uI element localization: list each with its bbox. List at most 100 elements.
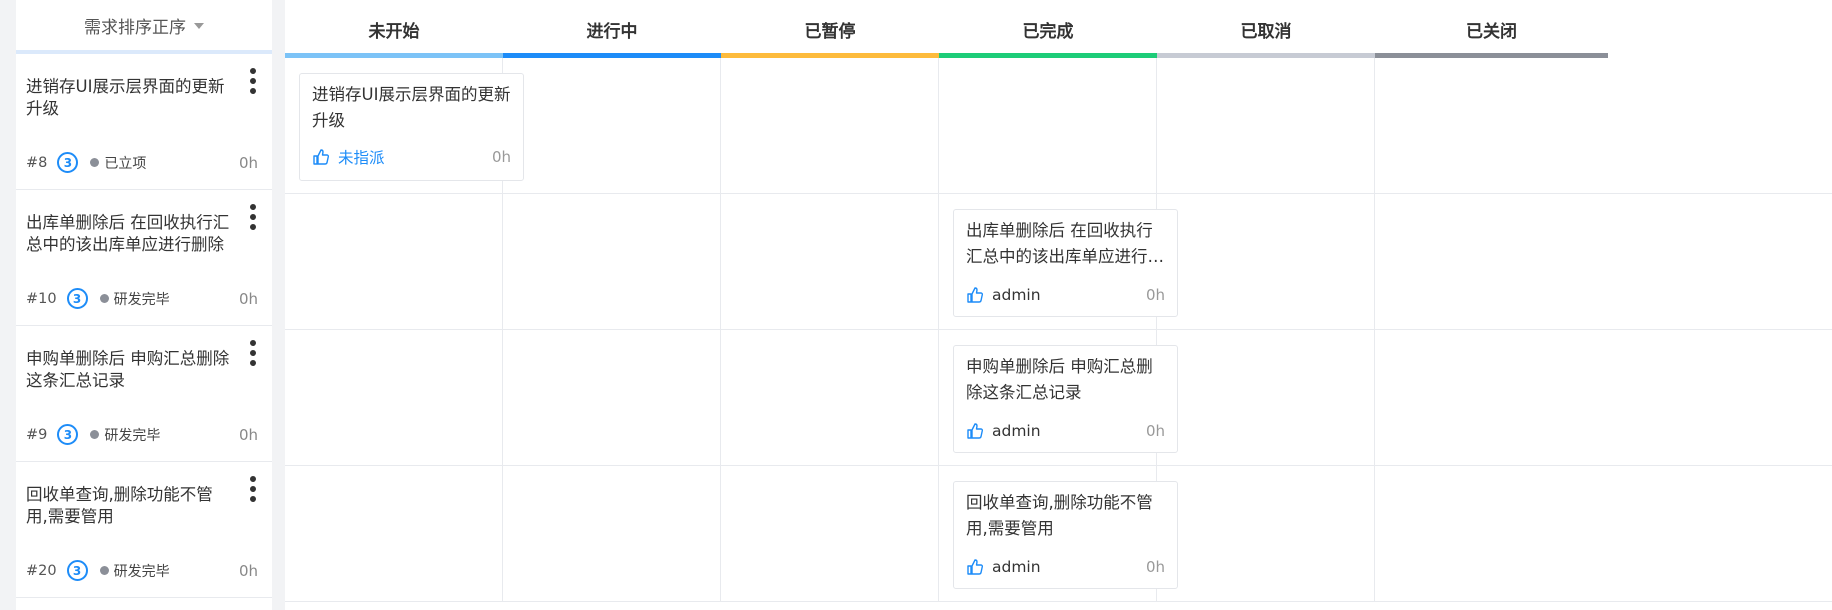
more-vertical-icon[interactable]: [250, 476, 256, 502]
board-cell[interactable]: [721, 58, 939, 193]
card-footer: 未指派 0h: [312, 146, 511, 168]
requirement-id: #9: [26, 426, 48, 443]
caret-down-icon: [194, 23, 204, 29]
board-cell[interactable]: 出库单删除后 在回收执行汇总中的该出库单应进行删除 admin 0h: [939, 194, 1178, 329]
column-header: 已关闭: [1375, 0, 1608, 58]
card-title: 进销存UI展示层界面的更新升级: [312, 85, 511, 130]
board-cell[interactable]: [721, 466, 939, 601]
swimlane: 申购单删除后 申购汇总删除这条汇总记录 admin 0h: [285, 330, 1832, 466]
card-assignee[interactable]: admin: [992, 558, 1041, 576]
requirement-status: 研发完毕: [113, 563, 170, 580]
board-cell[interactable]: [1375, 58, 1608, 193]
requirement-hours: 0h: [238, 153, 258, 172]
thumbs-up-icon: [967, 559, 984, 575]
column-header: 未开始: [285, 0, 503, 58]
swimlanes: 进销存UI展示层界面的更新升级 未指派 0h 出库单删除后 在回收执行汇总中的该…: [285, 58, 1832, 602]
board-cell[interactable]: [285, 194, 503, 329]
sort-label: 需求排序正序: [84, 17, 186, 38]
kanban-board: 未开始 进行中 已暂停 已完成 已取消 已关闭 进销存UI展示层界面的更新升级 …: [285, 0, 1832, 610]
column-label: 已取消: [1240, 21, 1292, 42]
board-cell[interactable]: [1157, 58, 1375, 193]
board-cell[interactable]: [721, 330, 939, 465]
column-label: 已完成: [1022, 21, 1074, 42]
requirement-status: 研发完毕: [104, 427, 161, 444]
task-card[interactable]: 出库单删除后 在回收执行汇总中的该出库单应进行删除 admin 0h: [953, 209, 1178, 317]
sort-dropdown[interactable]: 需求排序正序: [16, 0, 272, 54]
requirement-meta: #10 3 研发完毕 0h: [26, 288, 258, 309]
board-cell[interactable]: [939, 58, 1157, 193]
board-cell[interactable]: [721, 194, 939, 329]
card-assignee[interactable]: 未指派: [338, 146, 385, 168]
task-card[interactable]: 进销存UI展示层界面的更新升级 未指派 0h: [299, 73, 524, 181]
thumbs-up-icon: [313, 149, 330, 165]
requirement-id: #8: [26, 154, 48, 171]
requirement-list: 进销存UI展示层界面的更新升级 #8 3 已立项 0h 出库单删除后 在回收执行…: [16, 54, 272, 598]
board-cell[interactable]: [503, 330, 721, 465]
card-assignee[interactable]: admin: [992, 286, 1041, 304]
requirement-hours: 0h: [238, 425, 258, 444]
column-header: 进行中: [503, 0, 721, 58]
board-cell[interactable]: [1157, 330, 1375, 465]
status-dot: [99, 294, 109, 303]
board-cell[interactable]: [503, 58, 721, 193]
board-cell[interactable]: [1157, 466, 1375, 601]
card-footer: admin 0h: [966, 422, 1165, 440]
requirement-meta: #20 3 研发完毕 0h: [26, 560, 258, 581]
swimlane: 回收单查询,删除功能不管用,需要管用 admin 0h: [285, 466, 1832, 602]
requirement-hours: 0h: [238, 289, 258, 308]
requirement-hours: 0h: [238, 561, 258, 580]
more-vertical-icon[interactable]: [250, 204, 256, 230]
requirement-title: 申购单删除后 申购汇总删除这条汇总记录: [26, 349, 230, 390]
board-cell[interactable]: 回收单查询,删除功能不管用,需要管用 admin 0h: [939, 466, 1178, 601]
column-header: 已取消: [1157, 0, 1375, 58]
requirement-row[interactable]: 出库单删除后 在回收执行汇总中的该出库单应进行删除 #10 3 研发完毕 0h: [16, 190, 272, 326]
board-cell[interactable]: [285, 466, 503, 601]
column-label: 进行中: [586, 21, 638, 42]
card-title: 申购单删除后 申购汇总删除这条汇总记录: [966, 357, 1153, 402]
requirement-panel: 需求排序正序 进销存UI展示层界面的更新升级 #8 3 已立项 0h 出库单删除…: [16, 0, 272, 610]
status-dot: [90, 158, 100, 167]
requirement-row[interactable]: 申购单删除后 申购汇总删除这条汇总记录 #9 3 研发完毕 0h: [16, 326, 272, 462]
requirement-title: 回收单查询,删除功能不管用,需要管用: [26, 485, 213, 526]
board-cell[interactable]: [1375, 466, 1608, 601]
priority-badge: 3: [57, 152, 79, 173]
priority-badge: 3: [57, 424, 79, 445]
requirement-status: 研发完毕: [113, 291, 170, 308]
column-label: 未开始: [368, 21, 420, 42]
board-cell[interactable]: 申购单删除后 申购汇总删除这条汇总记录 admin 0h: [939, 330, 1178, 465]
column-label: 已暂停: [804, 21, 856, 42]
requirement-id: #10: [26, 290, 57, 307]
requirement-meta: #8 3 已立项 0h: [26, 152, 258, 173]
requirement-title: 进销存UI展示层界面的更新升级: [26, 77, 225, 118]
status-dot: [90, 430, 100, 439]
column-header: 已暂停: [721, 0, 939, 58]
card-assignee[interactable]: admin: [992, 422, 1041, 440]
requirement-status: 已立项: [104, 155, 147, 172]
more-vertical-icon[interactable]: [250, 68, 256, 94]
board-cell[interactable]: [503, 466, 721, 601]
thumbs-up-icon: [967, 287, 984, 303]
priority-badge: 3: [66, 288, 88, 309]
card-footer: admin 0h: [966, 286, 1165, 304]
board-cell[interactable]: [503, 194, 721, 329]
task-card[interactable]: 申购单删除后 申购汇总删除这条汇总记录 admin 0h: [953, 345, 1178, 453]
board-cell[interactable]: [1157, 194, 1375, 329]
requirement-title: 出库单删除后 在回收执行汇总中的该出库单应进行删除: [26, 213, 230, 254]
board-cell[interactable]: [285, 330, 503, 465]
requirement-id: #20: [26, 562, 57, 579]
board-cell[interactable]: [1375, 194, 1608, 329]
status-dot: [99, 566, 109, 575]
thumbs-up-icon: [967, 423, 984, 439]
column-label: 已关闭: [1466, 21, 1517, 42]
swimlane: 出库单删除后 在回收执行汇总中的该出库单应进行删除 admin 0h: [285, 194, 1832, 330]
card-title: 回收单查询,删除功能不管用,需要管用: [966, 493, 1153, 538]
board-cell[interactable]: 进销存UI展示层界面的更新升级 未指派 0h: [285, 58, 524, 193]
more-vertical-icon[interactable]: [250, 340, 256, 366]
priority-badge: 3: [66, 560, 88, 581]
requirement-row[interactable]: 进销存UI展示层界面的更新升级 #8 3 已立项 0h: [16, 54, 272, 190]
board-cell[interactable]: [1375, 330, 1608, 465]
task-card[interactable]: 回收单查询,删除功能不管用,需要管用 admin 0h: [953, 481, 1178, 589]
card-title: 出库单删除后 在回收执行汇总中的该出库单应进行删除: [966, 221, 1164, 266]
requirement-row[interactable]: 回收单查询,删除功能不管用,需要管用 #20 3 研发完毕 0h: [16, 462, 272, 598]
card-footer: admin 0h: [966, 558, 1165, 576]
